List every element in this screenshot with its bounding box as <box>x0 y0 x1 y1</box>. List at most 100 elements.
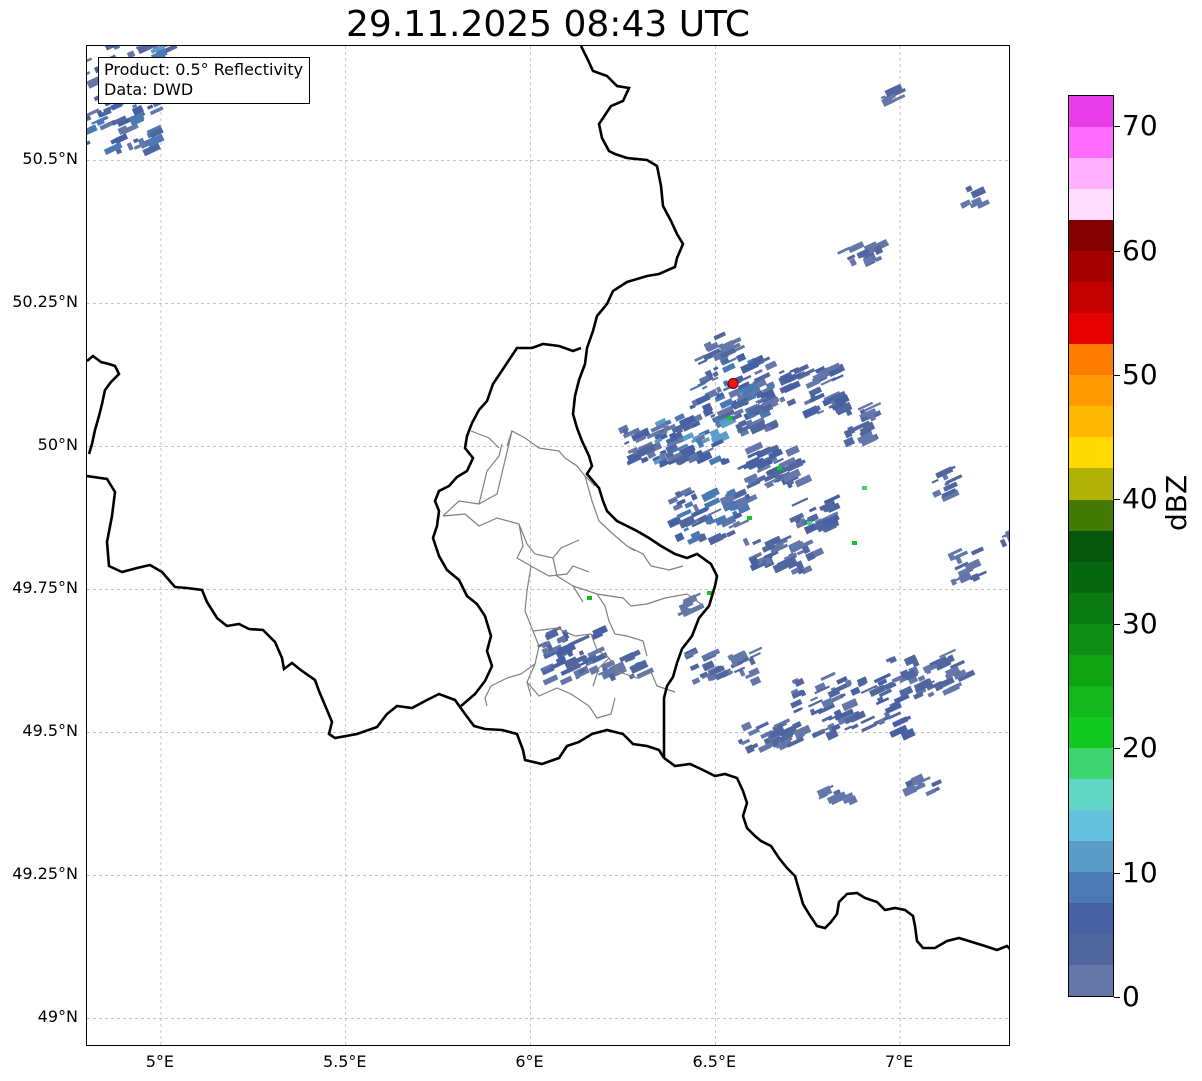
echo-cell <box>748 657 756 666</box>
colorbar-segment <box>1069 499 1113 531</box>
colorbar-segment <box>1069 468 1113 500</box>
echo-cell <box>623 440 630 445</box>
echo-cell <box>542 674 559 686</box>
echo-cell <box>725 529 736 538</box>
colorbar-tick-label: 10 <box>1122 855 1158 889</box>
echo-cell <box>999 538 1008 548</box>
admin-borders <box>442 430 702 719</box>
echo-cell <box>578 650 585 656</box>
colorbar-tick-label: 20 <box>1122 731 1158 765</box>
colorbar-segment <box>1069 530 1113 562</box>
echo-cell <box>927 691 935 698</box>
colorbar-unit-label: dBZ <box>1160 474 1193 531</box>
echo-cell <box>931 779 943 788</box>
lon-tick-label: 5.5°E <box>322 1052 367 1071</box>
colorbar-segment <box>1069 375 1113 407</box>
colorbar-segment <box>1069 96 1113 128</box>
colorbar-segment <box>1069 964 1113 996</box>
colorbar <box>1068 95 1114 997</box>
colorbar-segment <box>1069 840 1113 872</box>
echo-cell <box>786 398 797 407</box>
echo-cell <box>785 445 800 457</box>
colorbar-segment <box>1069 127 1113 159</box>
echo-cell <box>778 369 785 375</box>
lon-tick-label: 6.5°E <box>692 1052 737 1071</box>
colorbar-segment <box>1069 158 1113 190</box>
echo-cell <box>752 538 762 546</box>
echo-cell <box>762 356 771 363</box>
echo-cell <box>712 371 719 378</box>
lon-tick-label: 6°E <box>515 1052 544 1071</box>
colorbar-tick-mark <box>1114 250 1120 252</box>
echo-cell <box>137 46 153 55</box>
product-info-box: Product: 0.5° Reflectivity Data: DWD <box>98 57 311 104</box>
echo-cell <box>850 723 859 730</box>
admin-border-luxembourg-districts <box>442 430 702 719</box>
colorbar-tick-mark <box>1114 499 1120 501</box>
echo-cell <box>837 246 850 255</box>
echo-cell <box>931 478 939 484</box>
echo-cell <box>796 549 805 556</box>
echo-cell <box>742 537 750 547</box>
echo-cell <box>790 698 803 709</box>
radar-site-marker[interactable] <box>727 378 739 389</box>
lat-tick-label: 49°N <box>37 1007 78 1027</box>
echo-cell <box>702 648 721 661</box>
echo-cell <box>843 436 856 448</box>
colorbar-segment <box>1069 561 1113 593</box>
echo-cell <box>683 527 690 532</box>
colorbar-segment <box>1069 437 1113 469</box>
echo-cell <box>809 696 819 702</box>
lat-tick-label: 49.5°N <box>22 721 78 741</box>
lon-tick-label: 7°E <box>884 1052 914 1071</box>
echo-cell <box>713 366 719 371</box>
echo-cell <box>741 721 753 732</box>
colorbar-segment <box>1069 871 1113 903</box>
echo-cell <box>713 331 727 341</box>
echo-cell <box>970 186 987 199</box>
echo-cell <box>808 506 817 513</box>
colorbar-segment <box>1069 623 1113 655</box>
colorbar-segment <box>1069 189 1113 221</box>
echo-cell-strong <box>727 416 732 420</box>
echo-cell-strong <box>747 516 752 520</box>
colorbar-segment <box>1069 220 1113 252</box>
echo-cell <box>820 671 836 682</box>
echo-cell <box>764 360 778 371</box>
lat-tick-label: 50.25°N <box>12 292 78 312</box>
colorbar-segment <box>1069 778 1113 810</box>
echo-cell-strong <box>587 596 592 600</box>
echo-cell <box>850 686 861 696</box>
colorbar-segment <box>1069 809 1113 841</box>
echo-cell <box>640 456 649 464</box>
echo-cell <box>701 385 708 390</box>
lat-tick-label: 49.25°N <box>12 864 78 884</box>
echo-cell <box>146 104 154 110</box>
echo-cell <box>87 71 91 76</box>
echo-cell <box>888 655 897 664</box>
colorbar-tick-mark <box>1114 126 1120 128</box>
colorbar-segment <box>1069 716 1113 748</box>
radar-map-canvas <box>87 46 1009 1045</box>
colorbar-segment <box>1069 685 1113 717</box>
colorbar-segment <box>1069 282 1113 314</box>
colorbar-tick-mark <box>1114 374 1120 376</box>
country-borders <box>87 46 1009 952</box>
radar-map[interactable] <box>86 45 1010 1046</box>
colorbar-segment <box>1069 313 1113 345</box>
colorbar-segment <box>1069 592 1113 624</box>
colorbar-segment <box>1069 902 1113 934</box>
echo-cell <box>844 725 853 731</box>
border-france-germany <box>663 756 1009 952</box>
echo-cell-strong <box>852 541 857 545</box>
echo-cell <box>757 742 772 753</box>
echo-cell <box>861 722 877 733</box>
border-belgium-france <box>87 474 666 766</box>
colorbar-tick-label: 30 <box>1122 606 1158 640</box>
echo-cell <box>667 496 679 505</box>
colorbar-segment <box>1069 747 1113 779</box>
echo-cell <box>970 546 985 556</box>
border-belgium-netherlands <box>87 354 121 455</box>
map-title: 29.11.2025 08:43 UTC <box>345 4 751 45</box>
echo-cell <box>689 663 700 671</box>
